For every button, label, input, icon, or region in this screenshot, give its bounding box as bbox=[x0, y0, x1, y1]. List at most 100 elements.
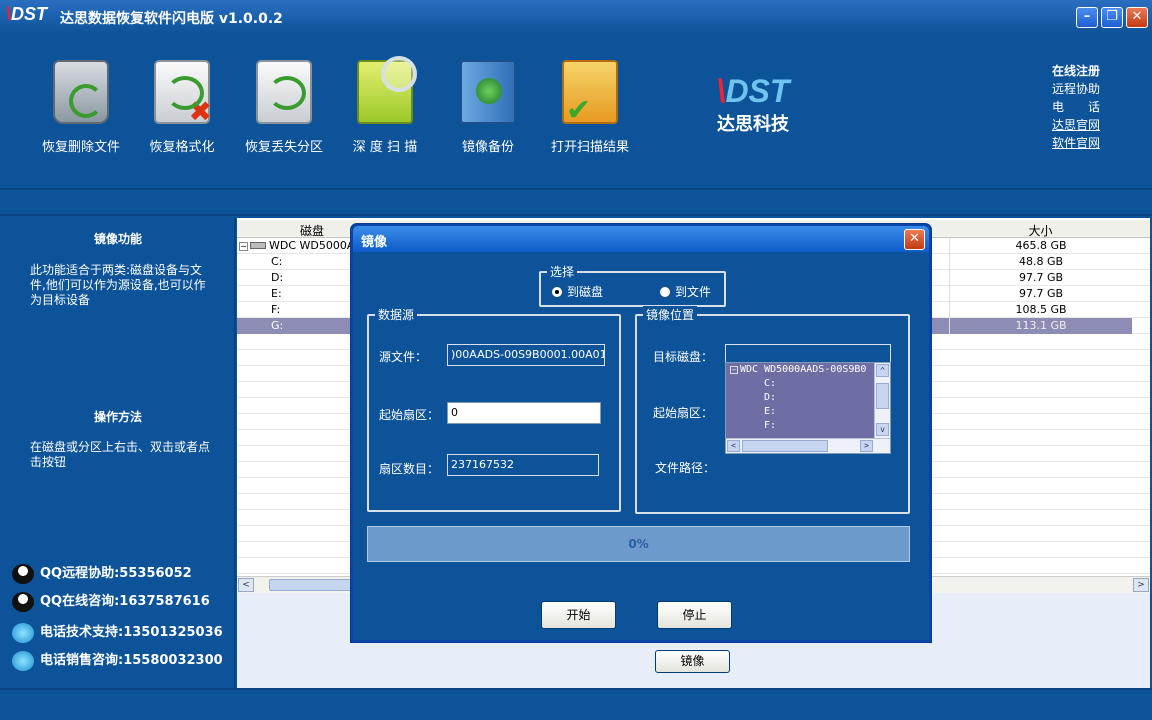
scroll-up-icon[interactable]: ^ bbox=[876, 364, 889, 377]
target-group-label: 镜像位置 bbox=[643, 306, 698, 323]
phone-link[interactable]: 电 话 bbox=[1052, 98, 1100, 116]
size-column: 465.8 GB 48.8 GB 97.7 GB 97.7 GB 108.5 G… bbox=[949, 238, 1132, 334]
select-group: 选择 到磁盘 到文件 bbox=[539, 263, 726, 307]
start-sector-label: 起始扇区： bbox=[379, 408, 440, 422]
size-cell: 108.5 GB bbox=[1015, 303, 1067, 316]
open-scan-result-button[interactable]: 打开扫描结果 bbox=[540, 60, 640, 155]
deep-scan-button[interactable]: 深 度 扫 描 bbox=[335, 56, 435, 155]
size-cell: 97.7 GB bbox=[1018, 287, 1064, 300]
scroll-right-icon[interactable]: > bbox=[860, 440, 873, 452]
radio-checked-icon bbox=[551, 286, 563, 298]
target-group: 镜像位置 目标磁盘： − WDC WD5000AADS-00S9B0 C: D: … bbox=[635, 306, 910, 514]
table-row[interactable]: F: bbox=[237, 302, 357, 318]
recover-deleted-button[interactable]: 恢复删除文件 bbox=[31, 60, 131, 155]
hdd-icon bbox=[250, 242, 266, 249]
start-button[interactable]: 开始 bbox=[541, 601, 616, 629]
brand-name: 达思科技 bbox=[717, 114, 789, 135]
image-backup-button[interactable]: 镜像备份 bbox=[438, 60, 538, 155]
phone-icon bbox=[12, 650, 34, 671]
deep-scan-folder-icon bbox=[357, 56, 417, 124]
list-item[interactable]: C: bbox=[726, 377, 890, 391]
table-row[interactable]: C: bbox=[237, 254, 357, 270]
dialog-close-button[interactable]: ✕ bbox=[904, 229, 925, 250]
recover-deleted-label: 恢复删除文件 bbox=[41, 140, 120, 155]
recover-format-button[interactable]: ✖ 恢复格式化 bbox=[132, 60, 232, 155]
size-cell: 465.8 GB bbox=[1015, 239, 1067, 252]
left-panel: 镜像功能 此功能适合于两类:磁盘设备与文件,他们可以作为源设备,也可以作为目标设… bbox=[0, 218, 236, 688]
window-title: 达思数据恢复软件闪电版 v1.0.0.2 bbox=[60, 11, 283, 27]
open-result-folder-icon bbox=[562, 60, 618, 128]
size-cell: 48.8 GB bbox=[1018, 255, 1064, 268]
scroll-down-icon[interactable]: v bbox=[876, 423, 889, 436]
phone-icon bbox=[12, 622, 34, 643]
size-cell: 113.1 GB bbox=[950, 318, 1132, 334]
source-file-label: 源文件： bbox=[379, 350, 428, 364]
mirror-dialog: 镜像 ✕ 选择 到磁盘 到文件 数据源 源文件： )00AADS-00S9B00… bbox=[351, 224, 931, 642]
mirror-function-title: 镜像功能 bbox=[93, 232, 142, 246]
qq-penguin-icon bbox=[12, 563, 34, 584]
brand-logo: \DST 达思科技 bbox=[708, 74, 798, 136]
table-row[interactable]: − WDC WD5000AA bbox=[237, 238, 362, 254]
contact-qq-online: QQ在线咨询:1637587616 bbox=[12, 590, 210, 612]
file-path-label: 文件路径： bbox=[655, 461, 716, 475]
list-item[interactable]: D: bbox=[726, 391, 890, 405]
table-row[interactable]: E: bbox=[237, 286, 357, 302]
progress-text: 0% bbox=[628, 537, 649, 551]
target-disk-list[interactable]: − WDC WD5000AADS-00S9B0 C: D: E: F: ^ v <… bbox=[725, 362, 891, 454]
table-row[interactable]: D: bbox=[237, 270, 357, 286]
recover-format-label: 恢复格式化 bbox=[149, 140, 215, 155]
image-backup-label: 镜像备份 bbox=[461, 140, 514, 155]
scroll-left-icon[interactable]: < bbox=[238, 578, 254, 592]
recycle-bin-icon bbox=[53, 60, 109, 124]
scroll-thumb[interactable] bbox=[742, 440, 828, 452]
disk-partition-icon bbox=[256, 60, 312, 124]
scroll-left-icon[interactable]: < bbox=[727, 440, 740, 452]
radio-to-disk[interactable]: 到磁盘 bbox=[551, 283, 603, 300]
radio-unchecked-icon bbox=[659, 286, 671, 298]
remote-help-link[interactable]: 远程协助 bbox=[1052, 80, 1100, 98]
list-item[interactable]: − WDC WD5000AADS-00S9B0 bbox=[726, 363, 890, 377]
software-site-link[interactable]: 软件官网 bbox=[1052, 134, 1100, 152]
app-logo: \DST bbox=[6, 4, 48, 24]
toolbar: 恢复删除文件 ✖ 恢复格式化 恢复丢失分区 深 度 扫 描 镜像备份 打开扫描结… bbox=[0, 34, 1152, 188]
scroll-thumb[interactable] bbox=[876, 383, 889, 409]
start-sector-input[interactable]: 0 bbox=[447, 402, 601, 424]
official-site-link[interactable]: 达思官网 bbox=[1052, 116, 1100, 134]
restore-button[interactable]: ❐ bbox=[1101, 7, 1123, 28]
column-header-size[interactable]: 大小 bbox=[949, 222, 1132, 239]
open-scan-result-label: 打开扫描结果 bbox=[550, 140, 629, 155]
dialog-title-bar: 镜像 ✕ bbox=[353, 226, 929, 252]
image-backup-book-icon bbox=[460, 60, 516, 124]
source-group: 数据源 源文件： )00AADS-00S9B0001.00A01,G: 起始扇区… bbox=[367, 306, 621, 512]
target-disk-label: 目标磁盘： bbox=[653, 350, 714, 364]
mirror-function-text: 此功能适合于两类:磁盘设备与文件,他们可以作为源设备,也可以作为目标设备 bbox=[30, 263, 206, 307]
sector-count-label: 扇区数目： bbox=[379, 462, 440, 476]
deep-scan-label: 深 度 扫 描 bbox=[352, 140, 418, 155]
list-item[interactable]: E: bbox=[726, 405, 890, 419]
list-vertical-scrollbar[interactable]: ^ v bbox=[874, 363, 890, 439]
dialog-title: 镜像 bbox=[361, 235, 388, 250]
list-horizontal-scrollbar[interactable]: < > bbox=[726, 438, 890, 453]
online-register-link[interactable]: 在线注册 bbox=[1052, 62, 1100, 80]
source-file-field[interactable]: )00AADS-00S9B0001.00A01,G: bbox=[447, 344, 605, 366]
recover-partition-label: 恢复丢失分区 bbox=[244, 140, 323, 155]
status-bar bbox=[0, 688, 1152, 720]
mirror-button[interactable]: 镜像 bbox=[655, 650, 730, 673]
target-start-sector-label: 起始扇区： bbox=[653, 406, 714, 420]
separator-strip bbox=[0, 188, 1152, 216]
close-button[interactable]: ✕ bbox=[1126, 7, 1148, 28]
qq-penguin-icon bbox=[12, 591, 34, 612]
radio-to-file[interactable]: 到文件 bbox=[659, 283, 711, 300]
title-bar: \DST 达思数据恢复软件闪电版 v1.0.0.2 – ❐ ✕ bbox=[0, 0, 1152, 34]
list-item[interactable]: F: bbox=[726, 419, 890, 433]
minimize-button[interactable]: – bbox=[1076, 7, 1098, 28]
links-panel: 在线注册 远程协助 电 话 达思官网 软件官网 bbox=[1052, 62, 1100, 152]
recover-partition-button[interactable]: 恢复丢失分区 bbox=[234, 60, 334, 155]
progress-bar: 0% bbox=[367, 526, 910, 562]
scroll-right-icon[interactable]: > bbox=[1133, 578, 1149, 592]
contact-qq-remote: QQ远程协助:55356052 bbox=[12, 562, 192, 584]
stop-button[interactable]: 停止 bbox=[657, 601, 732, 629]
operation-method-title: 操作方法 bbox=[93, 410, 142, 424]
disk-format-icon: ✖ bbox=[154, 60, 212, 126]
sector-count-field[interactable]: 237167532 bbox=[447, 454, 599, 476]
